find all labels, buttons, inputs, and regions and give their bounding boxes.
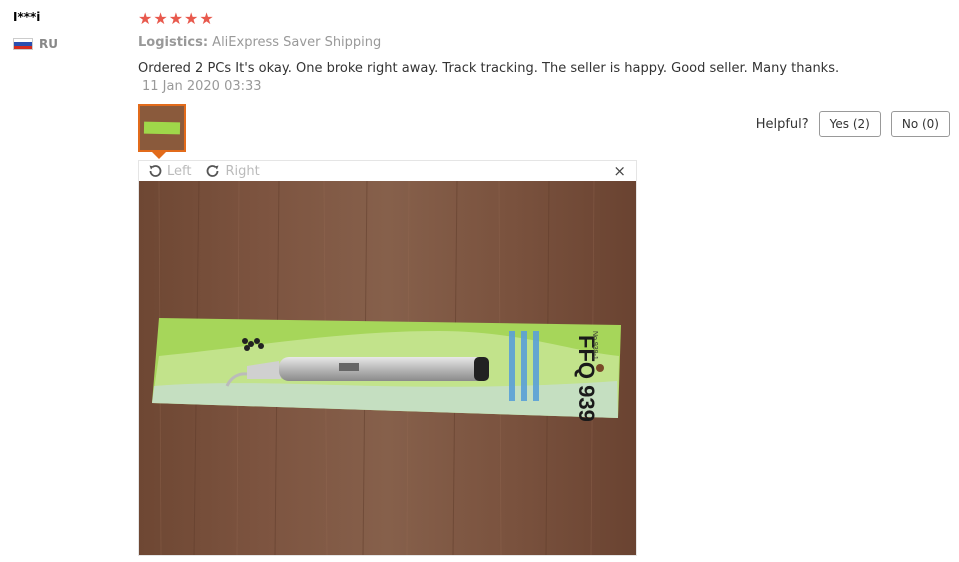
review-date: 11 Jan 2020 03:33 — [142, 79, 262, 94]
review-photo-thumbnail[interactable] — [138, 104, 186, 152]
thumbnail-package — [143, 121, 181, 135]
close-icon[interactable]: × — [613, 163, 626, 179]
star-rating: ★ ★ ★ ★ ★ — [138, 9, 214, 28]
rotate-right-label: Right — [225, 163, 260, 179]
rotate-left-icon — [149, 165, 162, 177]
russia-flag-icon — [13, 38, 33, 50]
rotate-right-button[interactable]: Right — [205, 163, 260, 179]
logistics-label: Logistics: — [138, 35, 209, 50]
rotate-left-label: Left — [167, 163, 192, 179]
photo-viewer: Left Right × FFQ 939 No.939-1 — [138, 160, 637, 556]
viewer-toolbar: Left Right × — [139, 161, 636, 181]
no-vote-button[interactable]: No (0) — [890, 111, 950, 137]
star-icon: ★ — [138, 9, 153, 28]
helpful-voting: Helpful? Yes (2) No (0) — [756, 111, 950, 137]
star-icon: ★ — [184, 9, 199, 28]
reviewer-name: I***i — [13, 10, 41, 24]
rotate-right-icon — [207, 165, 219, 177]
yes-vote-button[interactable]: Yes (2) — [818, 111, 881, 137]
review-text: Ordered 2 PCs It's okay. One broke right… — [138, 61, 840, 76]
reviewer-country: RU — [13, 37, 58, 51]
photo-model-text: No.939-1 — [591, 331, 598, 360]
logistics-info: Logistics: AliExpress Saver Shipping — [138, 35, 381, 50]
rotate-left-button[interactable]: Left — [147, 163, 191, 179]
thumbnail-selected-arrow — [152, 152, 166, 159]
star-icon: ★ — [168, 9, 184, 28]
review-body: Ordered 2 PCs It's okay. One broke right… — [138, 60, 858, 96]
star-icon: ★ — [199, 9, 214, 28]
helpful-label: Helpful? — [755, 116, 809, 132]
logistics-value: AliExpress Saver Shipping — [212, 35, 382, 50]
review-photo: FFQ 939 No.939-1 — [139, 181, 636, 555]
star-icon: ★ — [153, 9, 168, 28]
country-code: RU — [39, 37, 58, 51]
